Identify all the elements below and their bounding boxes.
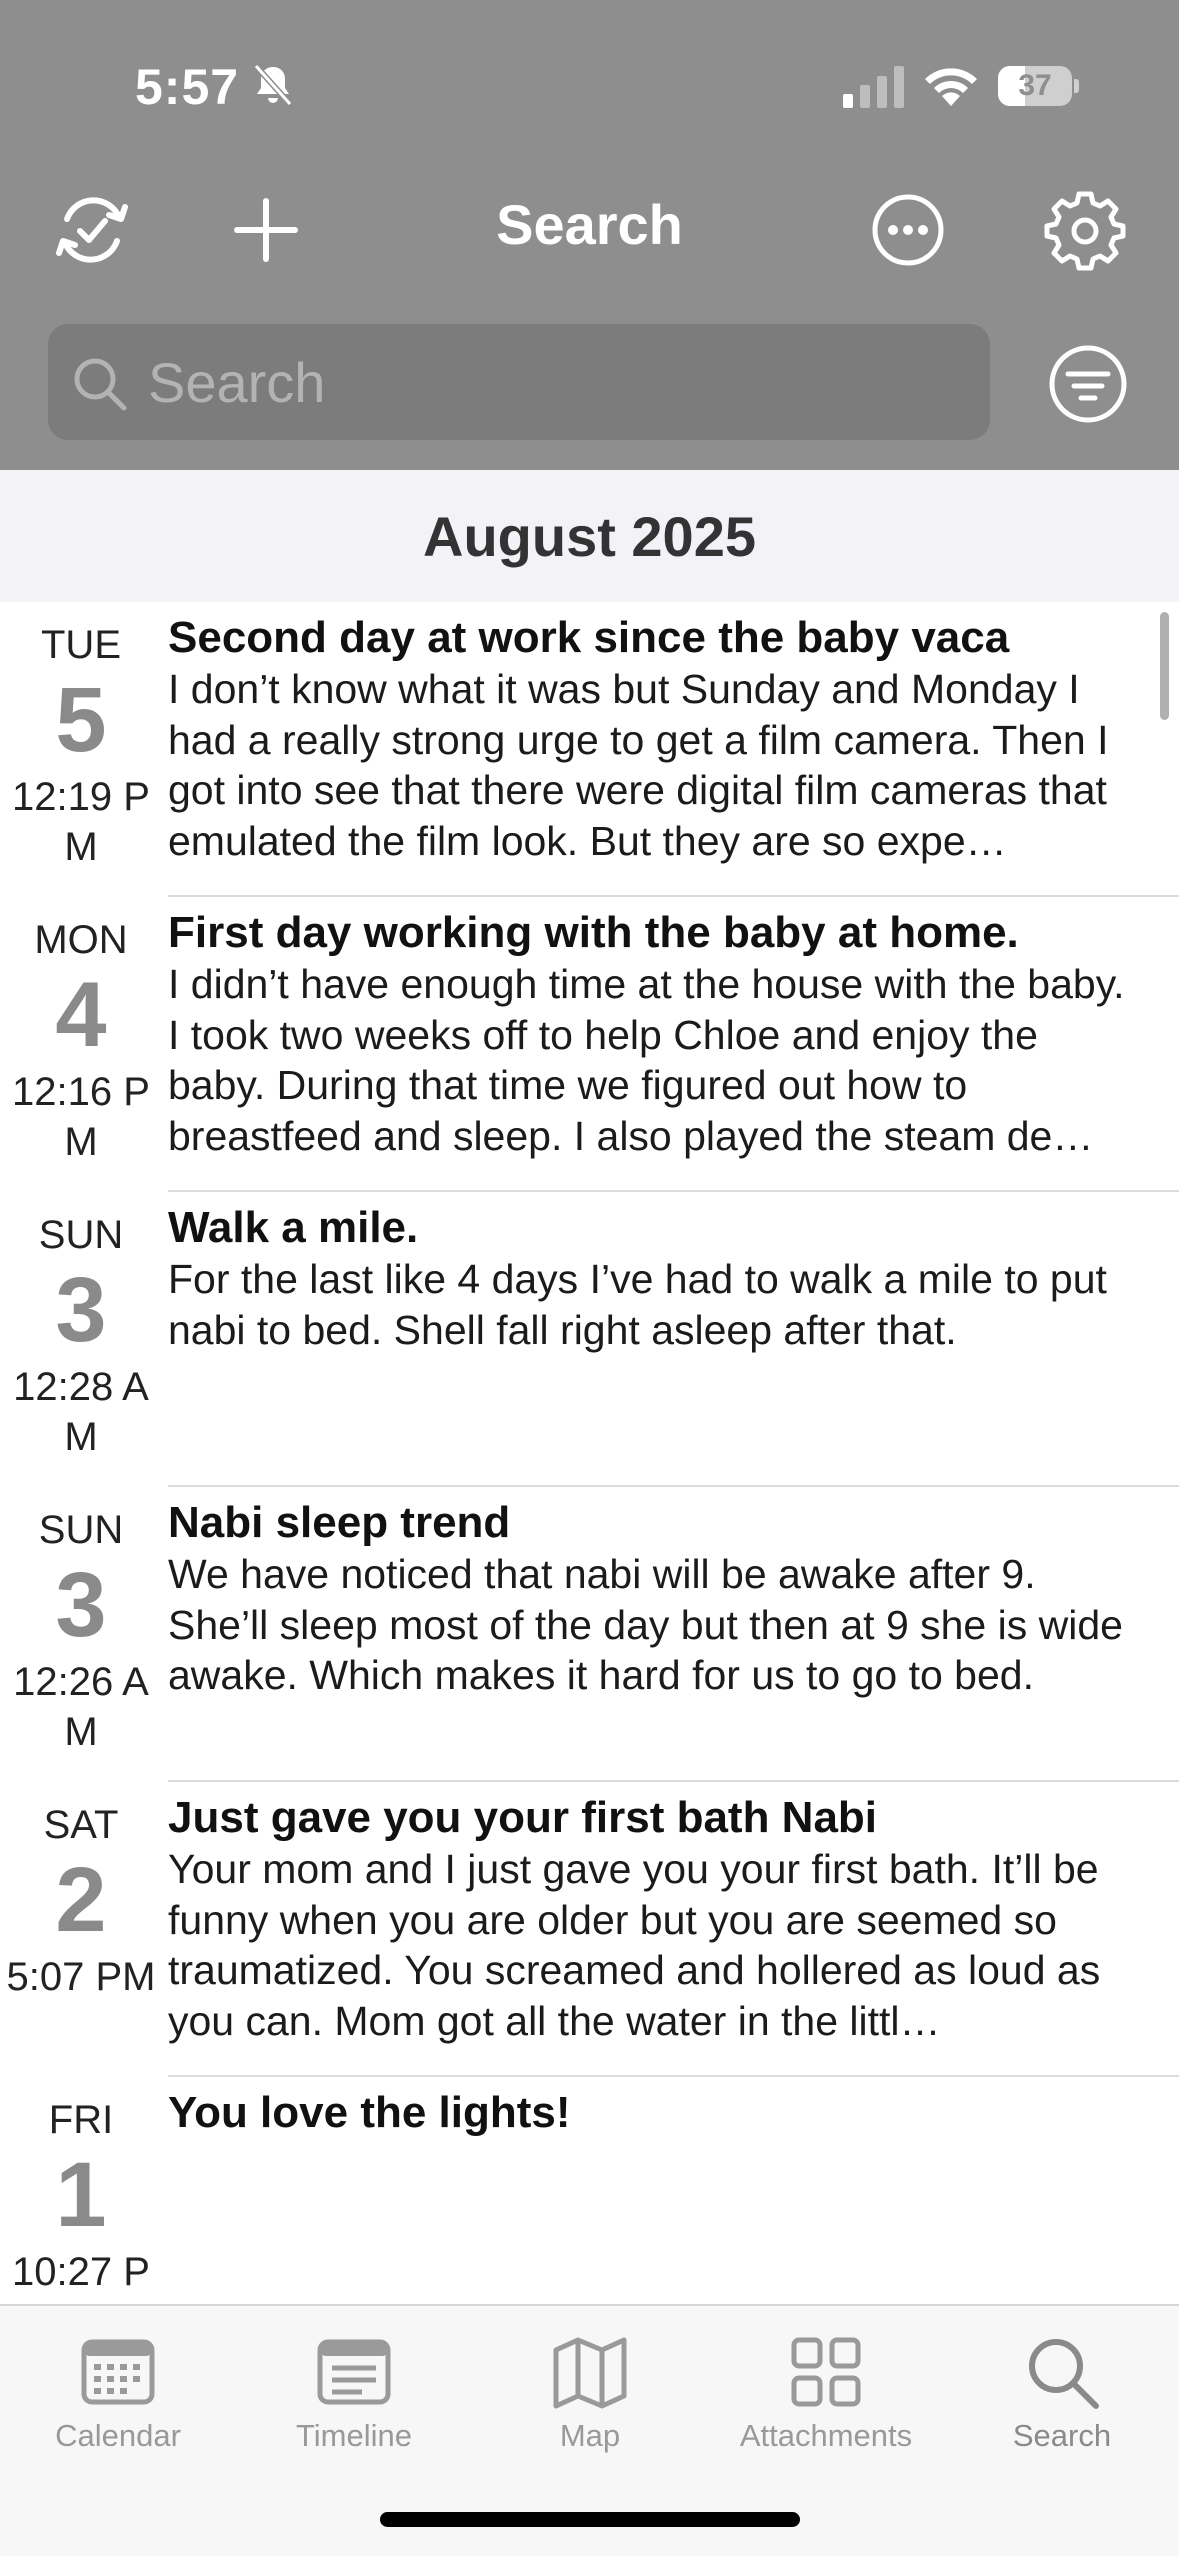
entry-day: 1: [55, 2144, 107, 2246]
search-input[interactable]: [148, 342, 948, 422]
wifi-icon: [925, 68, 977, 106]
tab-label: Map: [559, 2418, 621, 2453]
filter-button[interactable]: [1040, 336, 1136, 432]
entry-title: You love the lights!: [168, 2088, 571, 2137]
entry-day: 3: [55, 1554, 107, 1656]
tab-label: Calendar: [55, 2418, 181, 2453]
home-indicator[interactable]: [380, 2512, 800, 2527]
entry-date: TUE 5 12:19 PM: [0, 622, 162, 872]
entry-time: 12:19 PM: [12, 775, 150, 869]
tab-label: Attachments: [739, 2418, 913, 2453]
entry-content: Just gave you your first bath Nabi Your …: [168, 1792, 1144, 2046]
bell-slash-icon: [253, 63, 293, 107]
entry-weekday: SAT: [43, 1803, 119, 1847]
entry-content: Second day at work since the baby vaca I…: [168, 612, 1144, 866]
entry-date: FRI 1 10:27 PM: [0, 2097, 162, 2304]
entry-title: Second day at work since the baby vaca: [168, 613, 1010, 662]
entry-list[interactable]: TUE 5 12:19 PM Second day at work since …: [0, 602, 1179, 2304]
status-bar: 5:57 37: [0, 0, 1179, 170]
entry-row[interactable]: SUN 3 12:26 AM Nabi sleep trend We have …: [0, 1487, 1179, 1782]
nav-bar: Search: [0, 170, 1179, 280]
gear-icon: [1044, 191, 1126, 271]
tab-timeline[interactable]: Timeline: [236, 2306, 472, 2476]
calendar-icon: [81, 2339, 155, 2405]
entry-content: Nabi sleep trend We have noticed that na…: [168, 1497, 1144, 1701]
entry-time: 5:07 PM: [6, 1955, 156, 1999]
entry-preview: For the last like 4 days I’ve had to wal…: [168, 1256, 1107, 1353]
entry-time: 12:28 AM: [13, 1365, 149, 1459]
entry-content: First day working with the baby at home.…: [168, 907, 1144, 1161]
tab-calendar[interactable]: Calendar: [0, 2306, 236, 2476]
entry-weekday: SUN: [38, 1508, 124, 1552]
status-time: 5:57: [135, 59, 240, 115]
search-icon: [1029, 2339, 1099, 2409]
more-icon: [872, 194, 944, 266]
entry-row[interactable]: SUN 3 12:28 AM Walk a mile. For the last…: [0, 1192, 1179, 1487]
entry-time: 12:16 PM: [12, 1070, 150, 1164]
filter-icon: [1049, 345, 1127, 423]
entry-title: First day working with the baby at home.: [168, 908, 1019, 957]
entry-weekday: FRI: [48, 2098, 114, 2142]
tab-search[interactable]: Search: [944, 2306, 1179, 2476]
scroll-indicator[interactable]: [1160, 612, 1169, 720]
entry-row[interactable]: MON 4 12:16 PM First day working with th…: [0, 897, 1179, 1192]
entry-preview: I don’t know what it was but Sunday and …: [168, 666, 1109, 864]
entry-preview: Your mom and I just gave you your first …: [168, 1846, 1101, 2044]
entry-preview: We have noticed that nabi will be awake …: [168, 1551, 1123, 1698]
entry-title: Nabi sleep trend: [168, 1498, 511, 1547]
entry-date: SUN 3 12:26 AM: [0, 1507, 162, 1757]
more-button[interactable]: [860, 182, 956, 278]
entry-content: You love the lights!: [168, 2087, 1144, 2139]
map-icon: [553, 2337, 627, 2409]
month-section-header: August 2025: [0, 470, 1179, 602]
search-row: [0, 320, 1179, 440]
entry-row[interactable]: TUE 5 12:19 PM Second day at work since …: [0, 602, 1179, 897]
entry-date: SAT 2 5:07 PM: [0, 1802, 162, 2002]
timeline-icon: [317, 2339, 391, 2405]
entry-date: MON 4 12:16 PM: [0, 917, 162, 1167]
entry-date: SUN 3 12:28 AM: [0, 1212, 162, 1462]
entry-title: Walk a mile.: [168, 1203, 419, 1252]
entry-row[interactable]: FRI 1 10:27 PM You love the lights!: [0, 2077, 1179, 2304]
entry-title: Just gave you your first bath Nabi: [168, 1793, 878, 1842]
search-field[interactable]: [48, 324, 990, 440]
battery-level: 37: [1018, 69, 1052, 102]
entry-day: 2: [55, 1849, 107, 1951]
entry-content: Walk a mile. For the last like 4 days I’…: [168, 1202, 1144, 1355]
tab-label: Timeline: [296, 2418, 412, 2453]
entry-day: 4: [55, 964, 107, 1066]
month-title: August 2025: [423, 504, 756, 568]
entry-time: 12:26 AM: [13, 1660, 149, 1754]
attachments-icon: [791, 2337, 861, 2407]
entry-weekday: MON: [34, 918, 128, 962]
entry-weekday: TUE: [41, 623, 121, 667]
entry-day: 3: [55, 1259, 107, 1361]
tab-map[interactable]: Map: [472, 2306, 708, 2476]
entry-row[interactable]: SAT 2 5:07 PM Just gave you your first b…: [0, 1782, 1179, 2077]
battery-indicator: 37: [998, 66, 1079, 106]
tab-label: Search: [1012, 2418, 1112, 2453]
entry-time: 10:27 PM: [12, 2250, 150, 2304]
search-icon: [74, 358, 127, 411]
settings-button[interactable]: [1037, 182, 1133, 278]
entry-weekday: SUN: [38, 1213, 124, 1257]
entry-day: 5: [55, 669, 107, 771]
page-title: Search: [496, 193, 683, 256]
header: 5:57 37 Search Search: [0, 0, 1179, 470]
entry-preview: I didn’t have enough time at the house w…: [168, 961, 1125, 1159]
cellular-signal-icon: [843, 66, 904, 108]
tab-attachments[interactable]: Attachments: [708, 2306, 944, 2476]
